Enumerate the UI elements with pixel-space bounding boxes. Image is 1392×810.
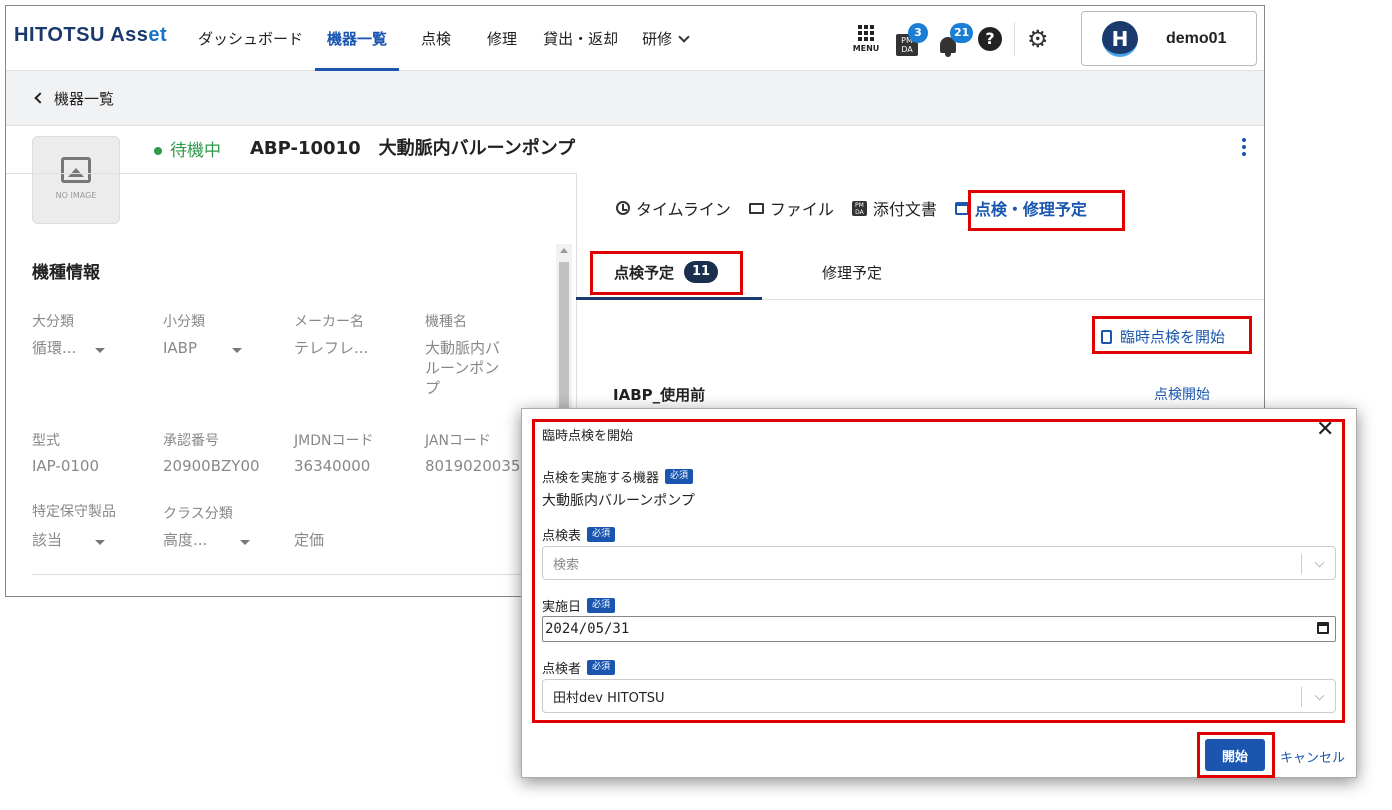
subtab-repair[interactable]: 修理予定 (822, 244, 882, 300)
gear-icon[interactable]: ⚙ (1027, 27, 1049, 51)
field-label: クラス分類 (163, 506, 233, 522)
more-options-icon[interactable] (1242, 138, 1246, 159)
tab-files-label: ファイル (769, 200, 834, 219)
field-value: 大動脈内バルーンポンプ (425, 339, 501, 397)
highlight-box (1197, 732, 1275, 778)
field-label: メーカー名 (294, 314, 364, 330)
nav-device-list[interactable]: 機器一覧 (315, 6, 400, 71)
noimage-label: NO IMAGE (55, 191, 97, 200)
status-badge: 待機中 (154, 136, 221, 161)
highlight-box (590, 251, 743, 295)
scroll-up-icon[interactable] (560, 248, 568, 253)
device-image-placeholder: NO IMAGE (32, 136, 120, 224)
field-value: 20900BZY00 (163, 457, 260, 475)
help-icon[interactable]: ? (978, 26, 1002, 51)
header-icons: MENU PM DA 3 21 ? ⚙ (846, 6, 1049, 71)
notification-badge: 21 (950, 22, 974, 43)
field-value: テレフレ... (294, 339, 369, 357)
status-text: 待機中 (170, 141, 221, 161)
clock-icon (616, 201, 630, 215)
field-label: 承認番号 (163, 433, 219, 449)
nav-training[interactable]: 研修 (630, 6, 700, 71)
field-label: 機種名 (425, 314, 467, 330)
tab-timeline[interactable]: タイムライン (616, 196, 731, 220)
calendar-icon (954, 201, 969, 215)
field-value[interactable]: 高度... (163, 530, 251, 550)
page-title: ABP-10010 大動脈内バルーンポンプ (250, 138, 576, 159)
field-value-text: 高度... (163, 531, 208, 549)
user-menu-button[interactable]: H demo01 (1081, 11, 1257, 66)
dropdown-caret-icon (231, 348, 242, 353)
avatar: H (1102, 20, 1138, 57)
field-value: 80190200351 (425, 457, 525, 475)
logo-text-accent: et (148, 24, 168, 46)
section-divider (32, 574, 532, 575)
field-label: JANコード (425, 433, 491, 449)
title-divider (6, 173, 576, 174)
plan-name: IABP_使用前 (613, 386, 706, 404)
pmda-badge: 3 (908, 22, 928, 43)
logo-text: HITOTSU Ass (14, 24, 149, 46)
field-value-text: 該当 (32, 531, 63, 549)
field-value[interactable]: IABP (163, 338, 242, 358)
tab-attachments-label: 添付文書 (872, 200, 937, 219)
dropdown-caret-icon (240, 540, 251, 545)
field-value[interactable]: 循環... (32, 338, 106, 358)
menu-button[interactable]: MENU (846, 24, 886, 53)
nav-dashboard[interactable]: ダッシュボード (186, 6, 315, 71)
field-label: 小分類 (163, 314, 205, 330)
highlight-box (1092, 316, 1252, 354)
folder-icon (748, 202, 764, 214)
model-info-title: 機種情報 (32, 263, 100, 283)
field-value: 36340000 (294, 457, 371, 475)
field-label: JMDNコード (294, 433, 374, 449)
field-label: 型式 (32, 433, 60, 449)
plan-start-link[interactable]: 点検開始 (1154, 384, 1210, 404)
bell-clapper (945, 52, 951, 57)
pmda-button[interactable]: PM DA 3 (886, 19, 928, 59)
field-value: 定価 (294, 531, 325, 549)
field-label: 特定保守製品 (32, 504, 116, 520)
app-logo[interactable]: HITOTSU Asset (14, 24, 167, 47)
notification-button[interactable]: 21 (928, 19, 974, 59)
menu-label: MENU (852, 43, 880, 53)
tab-attachments[interactable]: PM DA 添付文書 (851, 196, 937, 220)
nav-repair[interactable]: 修理 (473, 6, 531, 71)
adhoc-inspection-dialog: 臨時点検を開始 ✕ 点検を実施する機器 必須 大動脈内バルーンポンプ 点検表 必須 … (521, 408, 1357, 778)
cancel-button[interactable]: キャンセル (1280, 747, 1345, 766)
chevron-left-icon[interactable] (34, 92, 46, 104)
username: demo01 (1166, 29, 1227, 47)
pmda-icon: PM DA (851, 200, 867, 216)
highlight-box (968, 190, 1125, 231)
grid-menu-icon (846, 24, 886, 41)
breadcrumb: 機器一覧 (6, 71, 1264, 126)
field-value-text: IABP (163, 339, 198, 357)
field-value[interactable]: 該当 (32, 530, 105, 550)
main-nav: ダッシュボード 機器一覧 点検 修理 貸出・返却 研修 (186, 6, 700, 71)
top-header: HITOTSU Asset ダッシュボード 機器一覧 点検 修理 貸出・返却 研… (6, 6, 1264, 71)
chevron-down-icon (678, 30, 690, 43)
status-dot-icon (154, 147, 162, 155)
nav-inspection[interactable]: 点検 (399, 6, 473, 71)
field-value: IAP-0100 (32, 457, 99, 475)
breadcrumb-device-list[interactable]: 機器一覧 (54, 88, 114, 109)
field-label: 大分類 (32, 314, 74, 330)
dropdown-caret-icon (95, 348, 106, 353)
field-value-text: 循環... (32, 339, 77, 357)
tab-timeline-label: タイムライン (636, 200, 731, 219)
active-tab-indicator (576, 297, 762, 300)
image-icon (61, 157, 91, 183)
tab-files[interactable]: ファイル (748, 196, 834, 220)
highlight-box (532, 419, 1345, 723)
header-divider (1014, 21, 1015, 56)
nav-training-label: 研修 (642, 30, 673, 48)
dropdown-caret-icon (94, 540, 105, 545)
nav-lending[interactable]: 貸出・返却 (531, 6, 630, 71)
